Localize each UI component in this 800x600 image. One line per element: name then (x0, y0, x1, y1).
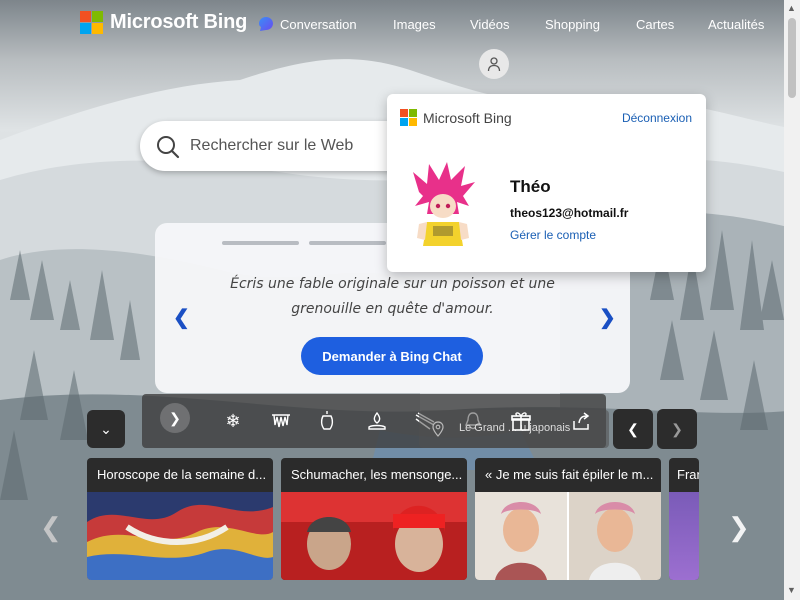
news-card-title: Fran (677, 467, 699, 482)
gift-icon[interactable] (508, 408, 534, 434)
chevron-left-icon: ❮ (627, 420, 639, 437)
nav-maps[interactable]: Cartes (636, 17, 674, 32)
image-prev-button[interactable]: ❮ (613, 409, 653, 449)
news-card-title: Schumacher, les mensonge... (291, 467, 463, 482)
news-card[interactable]: Fran (669, 458, 699, 580)
scroll-up-arrow-icon[interactable]: ▲ (787, 3, 796, 13)
nav-shopping[interactable]: Shopping (545, 17, 600, 32)
microsoft-logo-icon (80, 11, 103, 34)
ice-cave-icon[interactable] (268, 408, 294, 434)
news-card-image (669, 492, 699, 580)
carousel-indicator[interactable] (309, 241, 386, 245)
news-card-title: Horoscope de la semaine d... (97, 467, 267, 482)
news-card-image (281, 492, 467, 580)
chevron-left-icon[interactable]: ❮ (173, 305, 190, 330)
campfire-icon[interactable] (364, 408, 390, 434)
chevron-down-icon: ⌄ (100, 420, 112, 437)
snowflake-icon[interactable]: ❄ (220, 408, 246, 434)
profile-email: theos123@hotmail.fr (510, 206, 629, 220)
page-scrollbar[interactable]: ▲ ▼ (784, 0, 800, 600)
location-pin-icon (432, 421, 444, 437)
logout-link[interactable]: Déconnexion (622, 111, 692, 125)
news-card-image (87, 492, 273, 580)
chat-prompt: Écris une fable originale sur un poisson… (230, 276, 555, 317)
toolbar-next-button[interactable]: ❯ (160, 403, 190, 433)
flyout-brand: Microsoft Bing (423, 109, 512, 126)
nav-conversation-label: Conversation (280, 16, 357, 32)
share-icon[interactable] (568, 408, 594, 434)
brand-name: Microsoft Bing (110, 11, 248, 33)
flyout-logo: Microsoft Bing (400, 109, 512, 126)
scrollbar-thumb[interactable] (788, 18, 796, 98)
news-card[interactable]: Schumacher, les mensonge... (281, 458, 467, 580)
chat-bubble-icon (259, 17, 273, 31)
news-card[interactable]: Horoscope de la semaine d... (87, 458, 273, 580)
top-navigation: Microsoft Bing Conversation Images Vidéo… (0, 0, 784, 48)
chevron-right-icon: ❯ (671, 420, 683, 437)
nav-conversation[interactable]: Conversation (258, 16, 357, 32)
scroll-down-arrow-icon[interactable]: ▼ (787, 585, 796, 595)
person-icon (487, 57, 501, 72)
account-button[interactable] (479, 49, 509, 79)
chevron-right-icon[interactable]: ❯ (599, 305, 616, 330)
nav-videos[interactable]: Vidéos (470, 17, 510, 32)
microsoft-logo-icon (400, 109, 417, 126)
carousel-indicator[interactable] (222, 241, 299, 245)
news-card[interactable]: « Je me suis fait épiler le m... (475, 458, 661, 580)
profile-name: Théo (510, 177, 551, 196)
search-icon (157, 136, 180, 159)
nav-images[interactable]: Images (393, 17, 436, 32)
ask-bing-chat-button[interactable]: Demander à Bing Chat (301, 337, 483, 375)
feed-next-arrow-icon[interactable]: ❯ (728, 512, 750, 543)
news-card-title: « Je me suis fait épiler le m... (485, 467, 654, 482)
nav-news[interactable]: Actualités (708, 17, 764, 32)
profile-picture[interactable] (409, 162, 477, 252)
manage-account-link[interactable]: Gérer le compte (510, 228, 596, 242)
expand-feed-button[interactable]: ⌄ (87, 410, 125, 448)
lantern-icon[interactable] (314, 408, 340, 434)
account-flyout: Microsoft Bing Déconnexion Théo theos123… (387, 94, 706, 272)
feed-prev-arrow-icon[interactable]: ❮ (40, 512, 62, 543)
bing-logo[interactable]: Microsoft Bing (80, 11, 247, 34)
image-next-button[interactable]: ❯ (657, 409, 697, 449)
news-card-image (475, 492, 661, 580)
